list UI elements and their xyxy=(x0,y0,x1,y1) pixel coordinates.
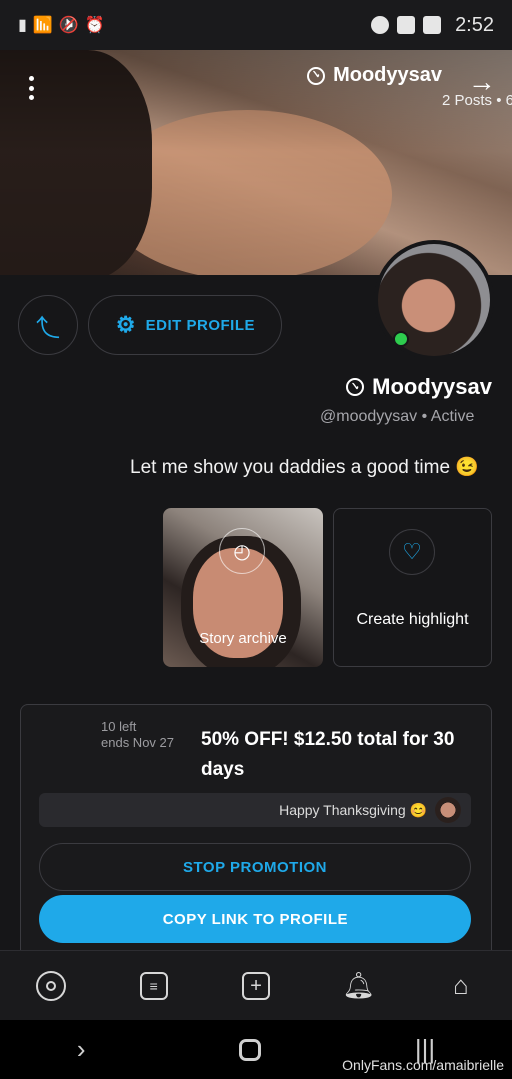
story-archive-label: Story archive xyxy=(199,630,287,647)
app-icon xyxy=(397,16,416,34)
promotion-title: 50% OFF! $12.50 total for 30 days xyxy=(201,729,455,780)
notifications-icon[interactable]: 🔔︎ xyxy=(340,968,376,1004)
notification-icons xyxy=(371,16,442,34)
battery-icon: ▮ xyxy=(18,17,27,34)
create-highlight-label: Create highlight xyxy=(356,611,469,628)
bottom-nav: ⌂ 🔔︎ + ≡ xyxy=(0,950,512,1020)
edit-profile-button[interactable]: EDIT PROFILE ⚙ xyxy=(88,295,282,355)
header-name-row: Moodyysav ✓ xyxy=(307,64,442,87)
signal-icon: 📶 xyxy=(32,17,53,34)
stop-promotion-label: STOP PROMOTION xyxy=(183,858,327,876)
mute-icon: 🔇 xyxy=(58,17,79,34)
profile-handle-row: @moodyysav • Active xyxy=(320,408,475,425)
status-bar: 2:52 ⏰ 🔇 📶 ▮ xyxy=(0,0,512,50)
promotion-meta: 10 left ends Nov 27 xyxy=(101,719,174,751)
online-indicator xyxy=(393,331,409,347)
promotion-message: Happy Thanksgiving 😊 xyxy=(39,793,471,827)
alarm-icon: ⏰ xyxy=(84,17,105,34)
profile-bio: Let me show you daddies a good time 😉 xyxy=(130,457,479,478)
profile-handle: @moodyysav xyxy=(320,408,418,425)
messages-icon[interactable]: ≡ xyxy=(136,968,172,1004)
watermark: OnlyFans.com/amaibrielle xyxy=(342,1057,504,1073)
edit-profile-label: EDIT PROFILE xyxy=(145,316,255,334)
avatar xyxy=(435,797,461,823)
promotion-left: 10 left xyxy=(101,719,137,734)
stop-promotion-button[interactable]: STOP PROMOTION xyxy=(39,843,471,891)
promotion-ends: ends Nov 27 xyxy=(101,735,174,750)
home-button-icon[interactable] xyxy=(239,1038,262,1061)
status-time: 2:52 xyxy=(455,13,494,36)
gear-icon: ⚙ xyxy=(115,312,136,337)
more-vertical-icon[interactable] xyxy=(28,76,34,100)
share-icon[interactable]: ⤴ xyxy=(18,295,78,355)
profile-status: Active xyxy=(430,408,475,425)
mail-icon xyxy=(423,16,442,34)
add-post-icon[interactable]: + xyxy=(238,968,274,1004)
header-name: Moodyysav xyxy=(333,64,442,86)
system-icons: ⏰ 🔇 📶 ▮ xyxy=(18,15,105,35)
history-icon: ◷ xyxy=(219,528,265,574)
promotion-card: 50% OFF! $12.50 total for 30 days 10 lef… xyxy=(20,704,492,964)
promotion-message-text: Happy Thanksgiving 😊 xyxy=(279,801,427,818)
mirrored-screen: 2:52 ⏰ 🔇 📶 ▮ ← Moodyysav ✓ 2 Posts • 6 L… xyxy=(0,0,512,1079)
copy-link-button[interactable]: COPY LINK TO PROFILE xyxy=(39,895,471,943)
heart-plus-icon: ♡ xyxy=(389,529,435,575)
profile-name-row: Moodyysav ✓ xyxy=(346,374,492,400)
home-icon[interactable]: ⌂ xyxy=(443,968,479,1004)
back-nav-icon[interactable]: ‹ xyxy=(77,1034,86,1065)
verified-icon: ✓ xyxy=(346,378,365,396)
create-highlight-tile[interactable]: ♡ Create highlight xyxy=(333,508,492,667)
copy-link-label: COPY LINK TO PROFILE xyxy=(162,910,348,928)
story-archive-tile[interactable]: ◷ Story archive xyxy=(163,508,323,667)
circle-icon xyxy=(371,16,390,34)
avatar[interactable] xyxy=(374,240,494,360)
profile-icon[interactable] xyxy=(33,968,69,1004)
profile-name: Moodyysav xyxy=(372,374,492,399)
verified-icon: ✓ xyxy=(307,66,326,85)
header-stats: 2 Posts • 6 Likes • 5 Fans xyxy=(442,92,512,109)
